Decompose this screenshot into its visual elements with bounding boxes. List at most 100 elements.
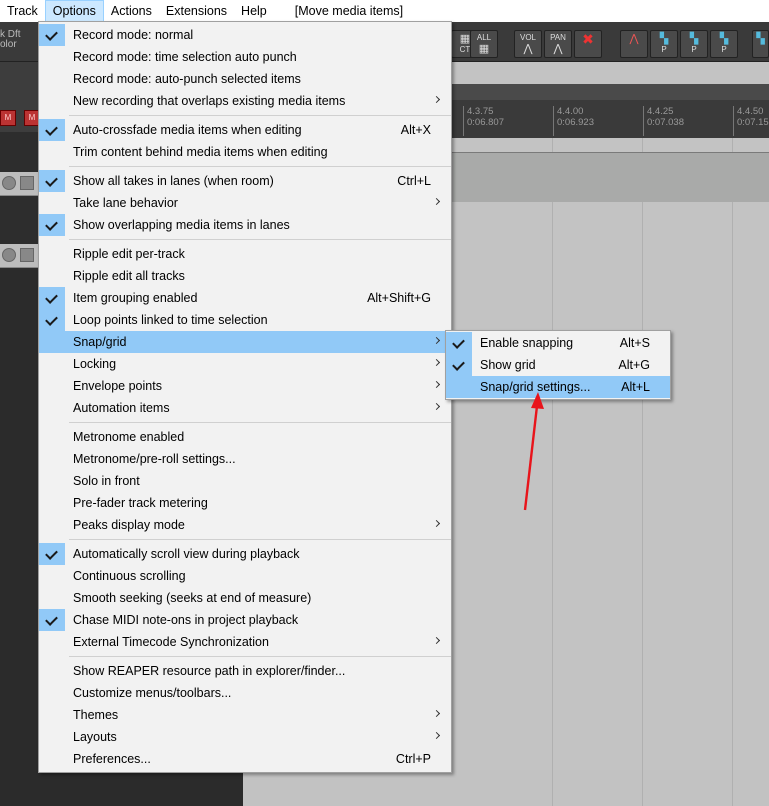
timeline-ruler[interactable]: 4.3.75 0:06.807 4.4.00 0:06.923 4.4.25 0:07… <box>451 100 769 138</box>
checkmark-icon <box>39 24 65 46</box>
grid-line <box>732 138 733 806</box>
menu-item-label: Record mode: normal <box>73 28 194 42</box>
menu-item-show-grid[interactable]: Show grid Alt+G <box>446 354 670 376</box>
menu-item-record-mode-time-selection-auto-punch[interactable]: Record mode: time selection auto punch <box>39 46 451 68</box>
ruler-time: 0:06.923 <box>557 117 594 128</box>
volume-knob-2[interactable] <box>2 248 16 262</box>
options-menu: Record mode: normal Record mode: time sel… <box>38 21 452 773</box>
menu-item-label: Auto-crossfade media items when editing <box>73 123 302 137</box>
menu-item-preferences[interactable]: Preferences... Ctrl+P <box>39 748 451 770</box>
menu-track[interactable]: Track <box>0 0 45 22</box>
region-lane[interactable] <box>451 84 769 100</box>
undo-status-text: [Move media items] <box>294 4 404 18</box>
menu-item-label: Metronome enabled <box>73 430 185 444</box>
menu-item-metronome-pre-roll-settings[interactable]: Metronome/pre-roll settings... <box>39 448 451 470</box>
menu-item-solo-in-front[interactable]: Solo in front <box>39 470 451 492</box>
menu-item-trim-content-behind-media-items-when-editing[interactable]: Trim content behind media items when edi… <box>39 141 451 163</box>
envelope-p-button-3[interactable]: ▚ P <box>710 30 738 58</box>
check-slot <box>39 492 65 514</box>
menu-item-label: Pre-fader track metering <box>73 496 208 510</box>
envelope-point-button[interactable]: ⋀ <box>620 30 648 58</box>
menu-item-take-lane-behavior[interactable]: Take lane behavior <box>39 192 451 214</box>
menu-item-customize-menus-toolbars[interactable]: Customize menus/toolbars... <box>39 682 451 704</box>
menu-item-auto-crossfade-media-items-when-editing[interactable]: Auto-crossfade media items when editing A… <box>39 119 451 141</box>
menu-item-label: Enable snapping <box>480 336 574 350</box>
check-slot <box>39 682 65 704</box>
track-color-label[interactable]: k Dft olor <box>0 30 21 50</box>
chevron-right-icon <box>432 380 441 389</box>
checkmark-icon <box>39 543 65 565</box>
menu-item-label: Show REAPER resource path in explorer/fi… <box>73 664 346 678</box>
menu-item-themes[interactable]: Themes <box>39 704 451 726</box>
pan-envelope-button[interactable]: PAN ⋀ <box>544 30 572 58</box>
menu-item-continuous-scrolling[interactable]: Continuous scrolling <box>39 565 451 587</box>
ruler-bar: 4.4.50 <box>737 106 764 117</box>
menu-item-layouts[interactable]: Layouts <box>39 726 451 748</box>
menu-item-snap-grid[interactable]: Snap/grid <box>39 331 451 353</box>
menu-item-show-overlapping-media-items-in-lanes[interactable]: Show overlapping media items in lanes <box>39 214 451 236</box>
menu-item-show-reaper-resource-path-in-explorer-finder[interactable]: Show REAPER resource path in explorer/fi… <box>39 660 451 682</box>
color-label-line2: olor <box>0 39 17 50</box>
menu-item-label: Show all takes in lanes (when room) <box>73 174 274 188</box>
menu-item-label: Peaks display mode <box>73 518 185 532</box>
menu-extensions[interactable]: Extensions <box>159 0 234 22</box>
envelope-p-icon: ▚ <box>756 33 765 45</box>
ruler-mark: 4.4.00 0:06.923 <box>553 106 594 136</box>
menu-item-automatically-scroll-view-during-playback[interactable]: Automatically scroll view during playbac… <box>39 543 451 565</box>
menubar: Track Options Actions Extensions Help [M… <box>0 0 769 22</box>
arrange-view-bottom[interactable] <box>243 770 769 806</box>
ruler-bar: 4.3.75 <box>467 106 494 117</box>
envelope-p-button-4[interactable]: ▚ <box>752 30 769 58</box>
record-arm-button[interactable]: M <box>0 110 16 126</box>
menu-item-loop-points-linked-to-time-selection[interactable]: Loop points linked to time selection <box>39 309 451 331</box>
menu-options[interactable]: Options <box>44 0 104 22</box>
media-item[interactable] <box>451 152 769 202</box>
p1-label: P <box>661 45 667 54</box>
ruler-mark: 4.3.75 0:06.807 <box>463 106 504 136</box>
menu-item-pre-fader-track-metering[interactable]: Pre-fader track metering <box>39 492 451 514</box>
menu-separator <box>69 539 451 540</box>
menu-item-new-recording-that-overlaps-existing-media-items[interactable]: New recording that overlaps existing med… <box>39 90 451 112</box>
menu-item-chase-midi-note-ons-in-project-playback[interactable]: Chase MIDI note-ons in project playback <box>39 609 451 631</box>
menu-item-snap-grid-settings[interactable]: Snap/grid settings... Alt+L <box>446 376 670 398</box>
check-slot <box>39 243 65 265</box>
check-slot <box>39 426 65 448</box>
menu-item-metronome-enabled[interactable]: Metronome enabled <box>39 426 451 448</box>
track-1-controls <box>0 172 38 196</box>
menu-item-ripple-edit-per-track[interactable]: Ripple edit per-track <box>39 243 451 265</box>
menu-actions[interactable]: Actions <box>104 0 159 22</box>
chevron-right-icon <box>432 519 441 528</box>
menu-item-envelope-points[interactable]: Envelope points <box>39 375 451 397</box>
menu-item-shortcut: Alt+Shift+G <box>367 291 431 305</box>
menu-item-enable-snapping[interactable]: Enable snapping Alt+S <box>446 332 670 354</box>
chevron-right-icon <box>432 336 441 345</box>
menu-item-item-grouping-enabled[interactable]: Item grouping enabled Alt+Shift+G <box>39 287 451 309</box>
menu-separator <box>69 422 451 423</box>
envelope-p-icon: ▚ <box>689 33 699 45</box>
menu-item-label: Envelope points <box>73 379 162 393</box>
fx-button[interactable] <box>20 176 34 190</box>
envelope-p-button-1[interactable]: ▚ P <box>650 30 678 58</box>
menu-help[interactable]: Help <box>234 0 274 22</box>
rec-label-2: M <box>28 113 36 122</box>
menu-item-record-mode-normal[interactable]: Record mode: normal <box>39 24 451 46</box>
volume-envelope-button[interactable]: VOL ⋀ <box>514 30 542 58</box>
delete-envelope-button[interactable]: ✖ <box>574 30 602 58</box>
volume-knob[interactable] <box>2 176 16 190</box>
all-button[interactable]: ALL ▦ <box>470 30 498 58</box>
menu-item-external-timecode-synchronization[interactable]: External Timecode Synchronization <box>39 631 451 653</box>
menu-item-ripple-edit-all-tracks[interactable]: Ripple edit all tracks <box>39 265 451 287</box>
menu-item-peaks-display-mode[interactable]: Peaks display mode <box>39 514 451 536</box>
checkmark-icon <box>39 214 65 236</box>
check-slot <box>39 353 65 375</box>
checkmark-icon <box>39 287 65 309</box>
track-2-controls <box>0 244 38 268</box>
menu-item-show-all-takes-in-lanes-when-room[interactable]: Show all takes in lanes (when room) Ctrl+… <box>39 170 451 192</box>
menu-item-locking[interactable]: Locking <box>39 353 451 375</box>
menu-item-smooth-seeking-seeks-at-end-of-measure[interactable]: Smooth seeking (seeks at end of measure) <box>39 587 451 609</box>
envelope-p-button-2[interactable]: ▚ P <box>680 30 708 58</box>
fx-button-2[interactable] <box>20 248 34 262</box>
chevron-right-icon <box>432 402 441 411</box>
menu-item-record-mode-auto-punch-selected-items[interactable]: Record mode: auto-punch selected items <box>39 68 451 90</box>
menu-item-automation-items[interactable]: Automation items <box>39 397 451 419</box>
